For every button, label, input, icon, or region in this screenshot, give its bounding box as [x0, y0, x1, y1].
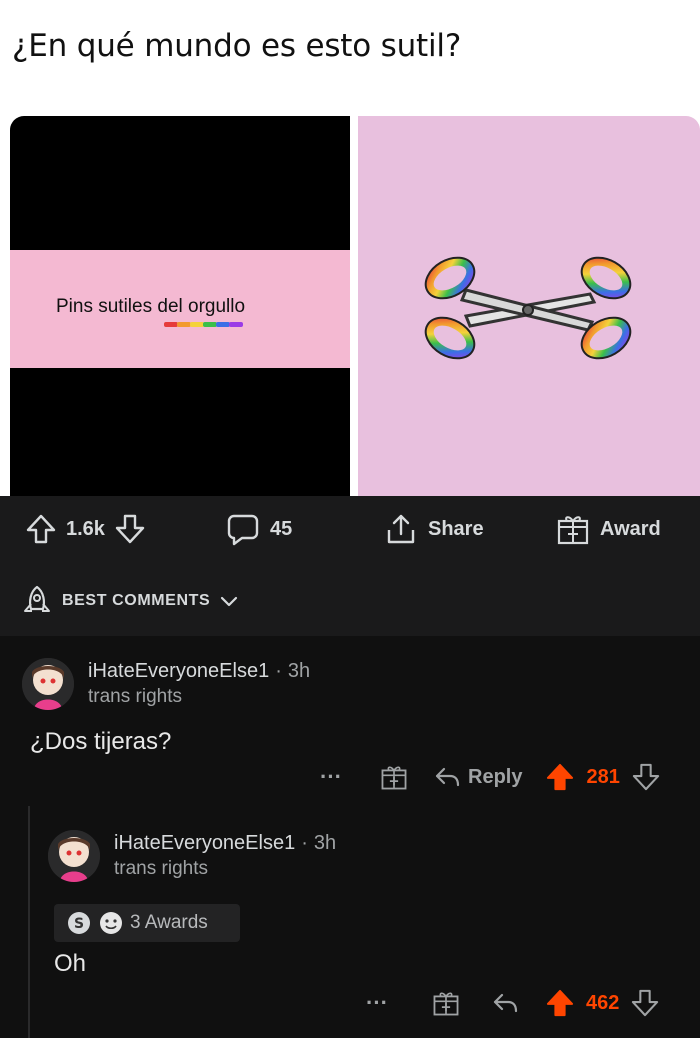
gift-icon[interactable]	[432, 989, 460, 1017]
post-header: ¿En qué mundo es esto sutil?	[0, 0, 700, 110]
downvote-icon[interactable]	[632, 762, 660, 792]
comment-body: ¿Dos tijeras?	[30, 728, 172, 755]
award-label: Award	[600, 517, 661, 540]
sort-dropdown[interactable]: BEST COMMENTS	[20, 584, 240, 618]
comment-actions: ··· 462	[360, 988, 659, 1018]
meme-pink-band: Pins sutiles del orgullo	[10, 250, 350, 368]
thread-collapse-line[interactable]	[28, 806, 30, 1038]
post-action-bar: 1.6k 45 Share Award	[0, 496, 700, 562]
more-options-button[interactable]: ···	[360, 990, 394, 1016]
vote-group: 1.6k	[26, 512, 145, 546]
comment-icon	[227, 514, 259, 546]
scissors-pin-icon	[424, 256, 632, 360]
user-flair: trans rights	[88, 686, 182, 707]
username[interactable]: iHateEveryoneElse1	[114, 832, 295, 854]
awards-count: 3 Awards	[130, 912, 208, 933]
downvote-icon[interactable]	[115, 513, 145, 545]
user-flair: trans rights	[114, 858, 208, 879]
upvote-active-icon[interactable]	[546, 988, 574, 1018]
share-icon	[387, 514, 415, 544]
upvote-icon[interactable]	[26, 513, 56, 545]
rainbow-underline	[164, 322, 243, 327]
separator-dot: ·	[275, 660, 282, 682]
comment-body: Oh	[54, 950, 87, 977]
more-options-button[interactable]: ···	[314, 764, 348, 790]
downvote-icon[interactable]	[631, 988, 659, 1018]
comments-button[interactable]: 45	[226, 512, 292, 546]
username[interactable]: iHateEveryoneElse1	[88, 660, 269, 682]
comment-author[interactable]: iHateEveryoneElse1 · 3h	[88, 660, 310, 683]
reply-arrow-icon[interactable]	[492, 992, 518, 1014]
reply-label: Reply	[468, 765, 523, 788]
post-image[interactable]: Pins sutiles del orgullo	[0, 110, 700, 496]
wholesome-award-icon	[100, 912, 122, 934]
share-label: Share	[428, 517, 484, 540]
avatar-image	[48, 830, 100, 882]
rocket-icon	[24, 585, 50, 612]
meme-caption: Pins sutiles del orgullo	[56, 296, 246, 317]
comment-time: 3h	[287, 660, 311, 682]
meme-right-panel	[358, 116, 700, 496]
sort-label: BEST COMMENTS	[62, 592, 211, 609]
silver-award-icon: S	[68, 912, 90, 934]
svg-text:S: S	[74, 916, 84, 932]
awards-badge[interactable]: S 3 Awards	[54, 904, 240, 942]
share-button[interactable]: Share	[384, 512, 484, 546]
reply-button[interactable]: Reply	[434, 766, 522, 789]
upvote-count: 1.6k	[66, 517, 105, 540]
comments-section: iHateEveryoneElse1 · 3h trans rights ¿Dos …	[0, 636, 700, 1038]
chevron-down-icon	[221, 596, 238, 607]
upvote-active-icon[interactable]	[546, 762, 574, 792]
comment-time: 3h	[313, 832, 337, 854]
gift-icon[interactable]	[380, 763, 408, 791]
avatar[interactable]	[22, 658, 74, 710]
comment-score: 281	[586, 765, 620, 788]
comment-score: 462	[586, 991, 620, 1014]
gift-icon	[557, 516, 589, 545]
post-title: ¿En qué mundo es esto sutil?	[12, 28, 462, 64]
award-button[interactable]: Award	[556, 512, 661, 546]
avatar-image	[22, 658, 74, 710]
comment-actions: ··· Reply 281	[314, 762, 660, 792]
reply-arrow-icon	[435, 767, 460, 787]
meme-left-panel: Pins sutiles del orgullo	[10, 116, 350, 496]
post-footer: 1.6k 45 Share Award BEST COMMENTS iHateE…	[0, 496, 700, 1038]
separator-dot: ·	[301, 832, 308, 854]
comment-count: 45	[270, 517, 293, 540]
avatar[interactable]	[48, 830, 100, 882]
comment-sort-bar: BEST COMMENTS	[0, 562, 700, 636]
comment-author[interactable]: iHateEveryoneElse1 · 3h	[114, 832, 336, 855]
